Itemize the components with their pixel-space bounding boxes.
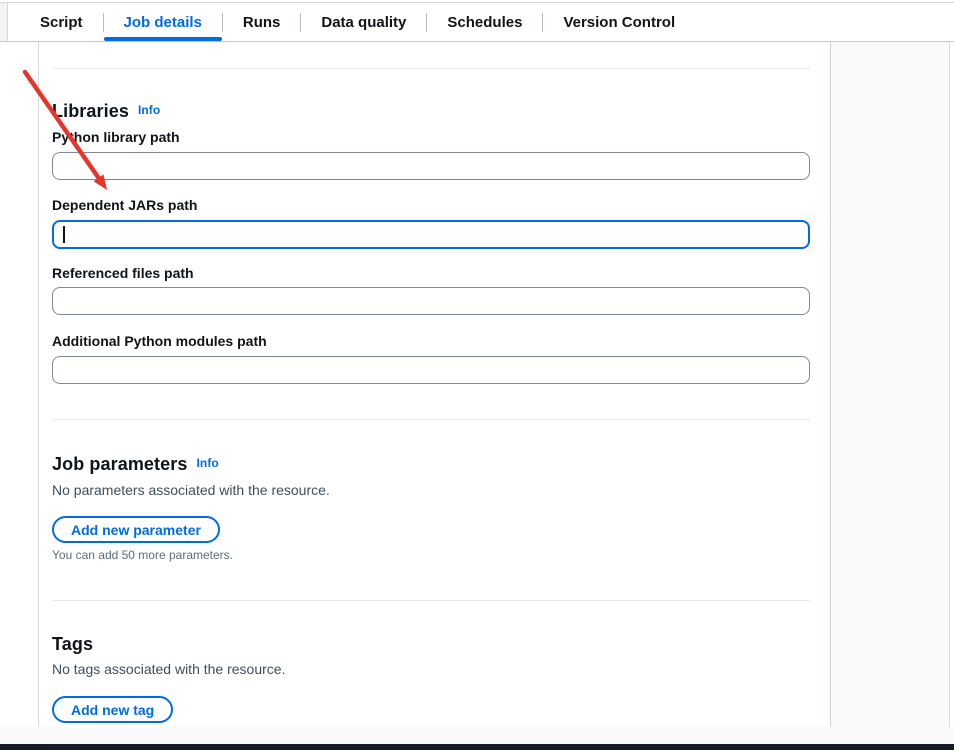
- bottom-strip: [0, 727, 954, 744]
- section-divider: [52, 419, 810, 420]
- dependent-jars-path-field: [52, 220, 810, 249]
- tab-gutter: [0, 3, 8, 41]
- tags-heading: Tags: [52, 634, 93, 655]
- tags-title: Tags: [52, 634, 93, 654]
- additional-python-modules-path-input[interactable]: [52, 356, 810, 384]
- tab-script[interactable]: Script: [20, 3, 103, 41]
- section-divider: [52, 68, 810, 69]
- libraries-info-link[interactable]: Info: [138, 103, 160, 117]
- tags-empty-text: No tags associated with the resource.: [52, 661, 285, 677]
- job-parameters-info-link[interactable]: Info: [196, 456, 218, 470]
- right-side-panel: [831, 42, 950, 727]
- tab-bar-border: [0, 41, 954, 42]
- job-details-page: Script Job details Runs Data quality Sch…: [0, 0, 954, 753]
- tab-job-details[interactable]: Job details: [104, 3, 222, 41]
- content-left-border: [38, 42, 39, 727]
- section-divider: [52, 600, 810, 601]
- add-new-parameter-button[interactable]: Add new parameter: [52, 516, 220, 543]
- python-library-path-label: Python library path: [52, 129, 180, 145]
- job-parameters-empty-text: No parameters associated with the resour…: [52, 482, 330, 498]
- additional-python-modules-path-label: Additional Python modules path: [52, 333, 267, 349]
- job-parameters-hint-text: You can add 50 more parameters.: [52, 548, 233, 562]
- tab-runs[interactable]: Runs: [223, 3, 301, 41]
- tab-bar: Script Job details Runs Data quality Sch…: [9, 3, 954, 41]
- tab-data-quality[interactable]: Data quality: [301, 3, 426, 41]
- dependent-jars-path-input[interactable]: [52, 220, 810, 249]
- referenced-files-path-label: Referenced files path: [52, 265, 194, 281]
- job-parameters-heading: Job parameters Info: [52, 454, 219, 475]
- text-cursor: [63, 226, 65, 243]
- window-bottom-bar: [0, 744, 954, 750]
- python-library-path-input[interactable]: [52, 152, 810, 180]
- libraries-title: Libraries: [52, 101, 129, 121]
- libraries-heading: Libraries Info: [52, 101, 160, 122]
- dependent-jars-path-label: Dependent JARs path: [52, 197, 197, 213]
- referenced-files-path-input[interactable]: [52, 287, 810, 315]
- add-new-tag-button[interactable]: Add new tag: [52, 696, 173, 723]
- tab-schedules[interactable]: Schedules: [427, 3, 542, 41]
- job-parameters-title: Job parameters: [52, 454, 187, 474]
- tab-version-control[interactable]: Version Control: [543, 3, 695, 41]
